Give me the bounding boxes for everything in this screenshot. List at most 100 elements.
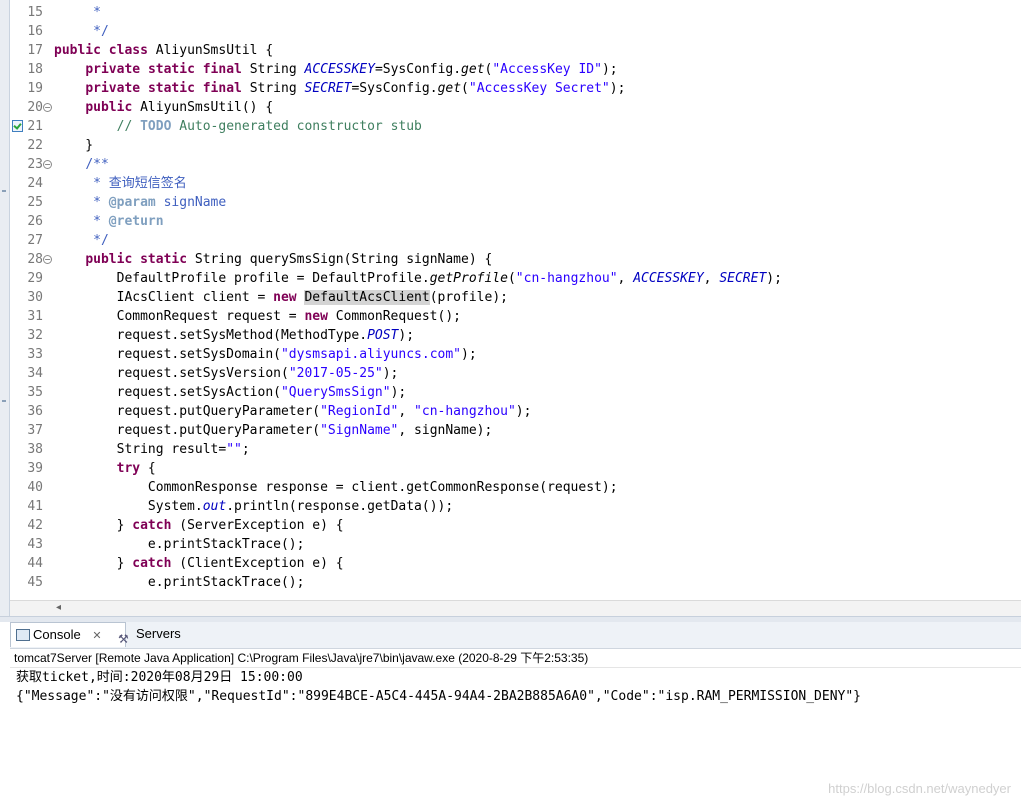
console-process-header: tomcat7Server [Remote Java Application] … <box>10 649 1021 668</box>
code-line[interactable]: 17 public class AliyunSmsUtil { <box>10 41 1021 60</box>
code-line[interactable]: 38 String result=""; <box>10 440 1021 459</box>
task-marker-icon[interactable] <box>12 120 23 132</box>
code-line[interactable]: 35 request.setSysAction("QuerySmsSign"); <box>10 383 1021 402</box>
code-token: { <box>140 461 156 476</box>
code-token: static <box>140 252 188 267</box>
code-text: private static final String ACCESSKEY=Sy… <box>54 60 618 79</box>
code-line[interactable]: 45 e.printStackTrace(); <box>10 573 1021 592</box>
code-text: public class AliyunSmsUtil { <box>54 41 273 60</box>
code-text: */ <box>54 22 109 41</box>
code-line[interactable]: 26 * @return <box>10 212 1021 231</box>
tab-servers[interactable]: ⚒ Servers <box>114 622 206 646</box>
code-text: request.setSysVersion("2017-05-25"); <box>54 364 399 383</box>
line-number: 18 <box>27 62 43 77</box>
code-token: ); <box>601 62 618 77</box>
code-line[interactable]: 39 try { <box>10 459 1021 478</box>
code-token: try <box>116 461 141 476</box>
code-token: SECRET <box>304 81 352 96</box>
code-token: ( <box>461 81 469 96</box>
code-line[interactable]: 19 private static final String SECRET=Sy… <box>10 79 1021 98</box>
code-token: class <box>108 43 148 58</box>
code-line[interactable]: 15 * <box>10 3 1021 22</box>
line-number: 37 <box>27 423 43 438</box>
code-line[interactable]: 44 } catch (ClientException e) { <box>10 554 1021 573</box>
code-token: } <box>54 518 133 533</box>
code-line[interactable]: 29 DefaultProfile profile = DefaultProfi… <box>10 269 1021 288</box>
code-token: ); <box>461 347 477 362</box>
code-line[interactable]: 27 */ <box>10 231 1021 250</box>
code-token: , <box>703 271 720 286</box>
code-token: new <box>273 290 297 305</box>
editor-horizontal-scrollbar[interactable]: ◂ <box>10 600 1021 616</box>
code-line[interactable]: 37 request.putQueryParameter("SignName",… <box>10 421 1021 440</box>
line-number: 32 <box>27 328 43 343</box>
code-token: "cn-hangzhou" <box>515 271 618 286</box>
code-text: } catch (ServerException e) { <box>54 516 344 535</box>
code-text: // TODO Auto-generated constructor stub <box>54 117 422 136</box>
scroll-left-icon[interactable]: ◂ <box>56 602 61 613</box>
console-icon <box>16 629 30 641</box>
code-text: request.setSysDomain("dysmsapi.aliyuncs.… <box>54 345 477 364</box>
code-line[interactable]: 36 request.putQueryParameter("RegionId",… <box>10 402 1021 421</box>
code-token: * 查询短信签名 <box>54 176 187 191</box>
console-line: {"Message":"没有访问权限","RequestId":"899E4BC… <box>16 689 862 704</box>
code-token: "AccessKey ID" <box>492 62 602 77</box>
code-token: /** <box>85 157 109 172</box>
code-lines: 15 * 16 */17 public class AliyunSmsUtil {1… <box>10 3 1021 592</box>
code-token: "AccessKey Secret" <box>468 81 610 96</box>
code-line[interactable]: 23− /** <box>10 155 1021 174</box>
code-line[interactable]: 25 * @param signName <box>10 193 1021 212</box>
line-number: 27 <box>27 233 43 248</box>
tab-servers-label: Servers <box>136 626 181 641</box>
left-panel-edge <box>0 0 10 620</box>
code-line[interactable]: 21 // TODO Auto-generated constructor st… <box>10 117 1021 136</box>
code-token: ); <box>609 81 626 96</box>
code-line[interactable]: 32 request.setSysMethod(MethodType.POST)… <box>10 326 1021 345</box>
code-line[interactable]: 20− public AliyunSmsUtil() { <box>10 98 1021 117</box>
code-token: get <box>437 81 462 96</box>
line-number: 29 <box>27 271 43 286</box>
code-token: String querySmsSign(String signName) { <box>187 252 493 267</box>
code-token: "RegionId" <box>320 404 399 419</box>
fold-toggle-icon[interactable]: − <box>43 160 52 169</box>
console-line: 获取ticket,时间:2020年08月29日 15:00:00 <box>16 670 303 685</box>
code-line[interactable]: 16 */ <box>10 22 1021 41</box>
code-line[interactable]: 42 } catch (ServerException e) { <box>10 516 1021 535</box>
code-token: (ServerException e) { <box>171 518 344 533</box>
code-text: System.out.println(response.getData()); <box>54 497 453 516</box>
line-number: 24 <box>27 176 43 191</box>
code-token: final <box>202 81 242 96</box>
code-line[interactable]: 22 } <box>10 136 1021 155</box>
code-line[interactable]: 40 CommonResponse response = client.getC… <box>10 478 1021 497</box>
code-line[interactable]: 34 request.setSysVersion("2017-05-25"); <box>10 364 1021 383</box>
code-line[interactable]: 31 CommonRequest request = new CommonReq… <box>10 307 1021 326</box>
code-line[interactable]: 33 request.setSysDomain("dysmsapi.aliyun… <box>10 345 1021 364</box>
code-text: String result=""; <box>54 440 250 459</box>
code-editor[interactable]: 15 * 16 */17 public class AliyunSmsUtil {1… <box>10 0 1021 603</box>
fold-toggle-icon[interactable]: − <box>43 103 52 112</box>
code-line[interactable]: 18 private static final String ACCESSKEY… <box>10 60 1021 79</box>
code-token: String <box>241 62 305 77</box>
code-token: public <box>54 43 101 58</box>
close-icon[interactable]: ✕ <box>92 630 101 642</box>
code-token: catch <box>132 556 172 571</box>
code-line[interactable]: 28− public static String querySmsSign(St… <box>10 250 1021 269</box>
code-line[interactable]: 30 IAcsClient client = new DefaultAcsCli… <box>10 288 1021 307</box>
code-line[interactable]: 41 System.out.println(response.getData()… <box>10 497 1021 516</box>
line-number: 40 <box>27 480 43 495</box>
code-line[interactable]: 24 * 查询短信签名 <box>10 174 1021 193</box>
code-line[interactable]: 43 e.printStackTrace(); <box>10 535 1021 554</box>
code-token: public <box>85 252 133 267</box>
code-token: * <box>54 5 101 20</box>
code-token: e.printStackTrace(); <box>54 537 305 552</box>
code-token: ); <box>398 328 415 343</box>
tab-console[interactable]: Console ✕ <box>10 622 126 647</box>
line-number: 35 <box>27 385 43 400</box>
fold-toggle-icon[interactable]: − <box>43 255 52 264</box>
